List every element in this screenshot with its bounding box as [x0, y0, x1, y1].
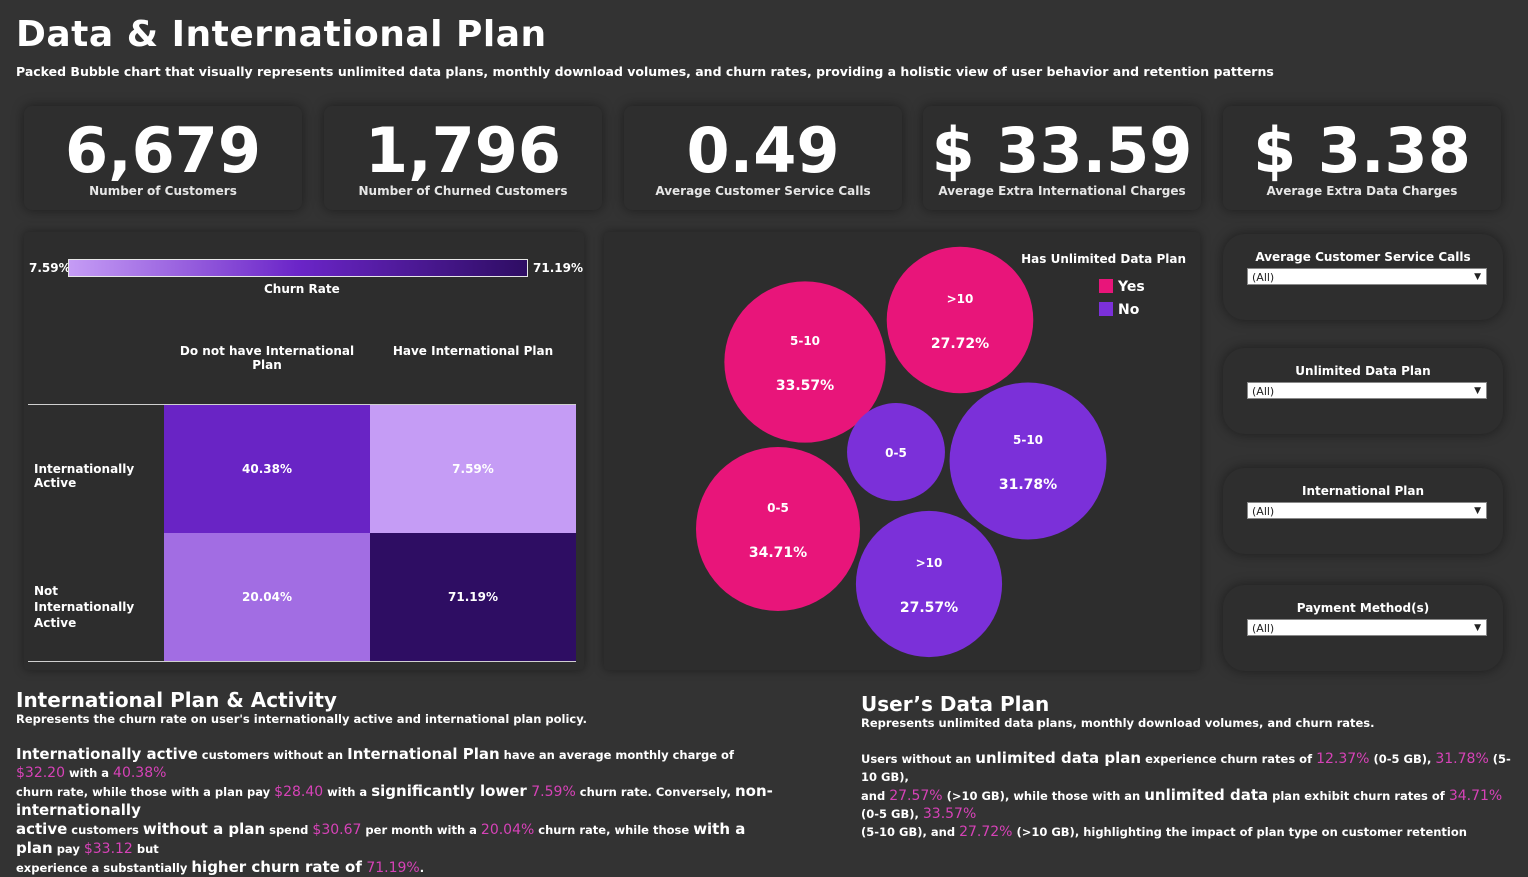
kpi-card-churned: 1,796 Number of Churned Customers [324, 106, 602, 210]
bubble-chart: Has Unlimited Data Plan Yes No >10 27.72%… [696, 246, 1186, 658]
kpi-label: Number of Churned Customers [358, 184, 568, 198]
filter-label: International Plan [1301, 484, 1424, 498]
heatmap-cell-label: 7.59% [452, 462, 494, 476]
filter-value: (All) [1252, 385, 1275, 398]
data-description: Users without an unlimited data plan exp… [861, 749, 1511, 840]
dropdown-arrow-icon: ▼ [1474, 506, 1481, 516]
kpi-value: 0.49 [686, 114, 840, 187]
filter-unlimited-data: Unlimited Data Plan (All) ▼ [1223, 348, 1503, 434]
bubble-legend-title: Has Unlimited Data Plan [1021, 252, 1186, 266]
kpi-value: 6,679 [64, 114, 262, 187]
bubble-no->10[interactable]: >10 27.57% [855, 510, 1003, 658]
data-section-title: User’s Data Plan [861, 692, 1050, 716]
legend-title: Churn Rate [264, 282, 340, 296]
kpi-card-customers: 6,679 Number of Customers [24, 106, 302, 210]
bubble-mark[interactable] [886, 246, 1034, 394]
heatmap-row-header: Internationally Active [34, 462, 135, 490]
intl-section-title: International Plan & Activity [16, 688, 337, 712]
kpi-card-service-calls: 0.49 Average Customer Service Calls [624, 106, 902, 210]
filter-value: (All) [1252, 622, 1275, 635]
intl-section-subtitle: Represents the churn rate on user's inte… [16, 712, 588, 726]
bubble-category-label: 5-10 [1013, 433, 1043, 447]
kpi-card-data-charges: $ 3.38 Average Extra Data Charges [1223, 106, 1501, 210]
heatmap-cell-label: 20.04% [242, 590, 292, 604]
heatmap-cell[interactable]: 20.04% [164, 533, 370, 661]
dropdown-arrow-icon: ▼ [1474, 272, 1481, 282]
kpi-value: $ 3.38 [1253, 114, 1471, 187]
page-title: Data & International Plan [16, 14, 547, 55]
bubble-yes->10[interactable]: >10 27.72% [886, 246, 1034, 394]
filter-label: Average Customer Service Calls [1255, 250, 1471, 264]
churn-rate-gradient-legend [68, 259, 528, 277]
filter-international-plan: International Plan (All) ▼ [1223, 468, 1503, 554]
heatmap-col-header: Do not have International Plan [179, 344, 355, 372]
bubble-value-label: 31.78% [999, 477, 1057, 493]
bubble-category-label: >10 [947, 292, 974, 306]
filter-service-calls: Average Customer Service Calls (All) ▼ [1223, 234, 1503, 320]
bubble-mark[interactable] [855, 510, 1003, 658]
kpi-label: Average Customer Service Calls [655, 184, 871, 198]
kpi-value: $ 33.59 [931, 114, 1193, 187]
legend-max-label: 71.19% [533, 261, 583, 275]
filter-value: (All) [1252, 271, 1275, 284]
heatmap-cell-label: 40.38% [242, 462, 292, 476]
heatmap-col-header: Have International Plan [392, 344, 554, 358]
bubble-category-label: 0-5 [885, 446, 907, 460]
filter-label: Payment Method(s) [1296, 601, 1430, 615]
legend-label-yes: Yes [1117, 279, 1145, 295]
bubble-mark[interactable] [949, 382, 1107, 540]
bubble-value-label: 34.71% [749, 545, 807, 561]
filter-dropdown[interactable]: (All) ▼ [1247, 382, 1487, 399]
bubble-value-label: 33.57% [776, 378, 834, 394]
filter-value: (All) [1252, 505, 1275, 518]
dropdown-arrow-icon: ▼ [1474, 386, 1481, 396]
kpi-value: 1,796 [364, 114, 562, 187]
bubble-category-label: 0-5 [767, 501, 789, 515]
heatmap-row-header: Not Internationally Active [34, 584, 135, 630]
bubble-no-5-10[interactable]: 5-10 31.78% [949, 382, 1107, 540]
bubble-value-label: 27.72% [931, 336, 989, 352]
intl-description: Internationally active customers without… [16, 745, 773, 876]
bubble-no-0-5[interactable]: 0-5 [847, 403, 945, 501]
heatmap-cell[interactable]: 40.38% [164, 405, 370, 533]
bubble-yes-0-5[interactable]: 0-5 34.71% [696, 447, 860, 611]
filter-dropdown[interactable]: (All) ▼ [1247, 619, 1487, 636]
heatmap-cell-label: 71.19% [448, 590, 498, 604]
heatmap-bottom-divider [28, 661, 576, 662]
filter-label: Unlimited Data Plan [1295, 364, 1431, 378]
kpi-label: Average Extra International Charges [938, 184, 1186, 198]
legend-swatch-no [1099, 302, 1113, 316]
bubble-mark[interactable] [696, 447, 860, 611]
filter-dropdown[interactable]: (All) ▼ [1247, 268, 1487, 285]
page-subtitle: Packed Bubble chart that visually repres… [16, 64, 1274, 79]
legend-min-label: 7.59% [29, 261, 71, 275]
dropdown-arrow-icon: ▼ [1474, 623, 1481, 633]
heatmap-cell[interactable]: 71.19% [370, 533, 576, 661]
kpi-card-intl-charges: $ 33.59 Average Extra International Char… [923, 106, 1201, 210]
filter-payment-method: Payment Method(s) (All) ▼ [1223, 585, 1503, 671]
bubble-category-label: 5-10 [790, 334, 820, 348]
bubble-category-label: >10 [916, 556, 943, 570]
legend-swatch-yes [1099, 279, 1113, 293]
bubble-value-label: 27.57% [900, 600, 958, 616]
data-section-subtitle: Represents unlimited data plans, monthly… [861, 716, 1375, 730]
legend-label-no: No [1118, 302, 1140, 318]
filter-dropdown[interactable]: (All) ▼ [1247, 502, 1487, 519]
heatmap-cell[interactable]: 7.59% [370, 405, 576, 533]
